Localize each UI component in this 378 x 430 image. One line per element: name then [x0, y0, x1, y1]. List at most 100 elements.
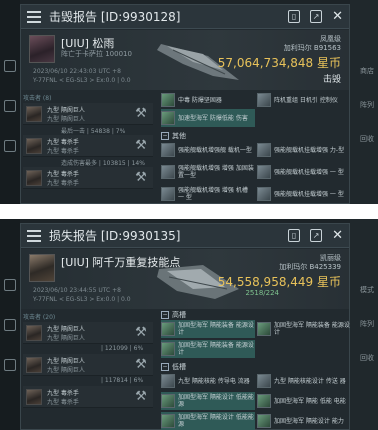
- fitting-list: 中毒 防爆坚固器 加速型海军 防爆低能 伤害 阵机重组 日机引 控制仪 − 其他 …: [161, 91, 345, 204]
- category-label: 高槽: [172, 311, 186, 319]
- attackers-header: 攻击者 (8): [23, 95, 52, 102]
- fitting-item[interactable]: 中毒 防爆坚固器: [161, 91, 255, 109]
- fitting-item[interactable]: 强能舰载机挂载增强 一 型: [257, 163, 351, 181]
- summary-section: [UIU] 阿千万重复技能点 2023/06/10 23:44:55 UTC +…: [21, 249, 349, 309]
- fitting-item[interactable]: 九型 隔能核能设计 传送 器: [257, 372, 351, 390]
- right-label: 阵列: [360, 320, 374, 328]
- item-label: 强能舰载机增强 增强 加固装置一型: [178, 165, 254, 179]
- clipboard-icon[interactable]: ▯: [288, 10, 301, 23]
- clipboard-icon[interactable]: ▯: [288, 229, 301, 242]
- module-icon: [161, 342, 175, 356]
- module-icon: [257, 414, 271, 428]
- avatar[interactable]: [29, 35, 55, 63]
- fitting-item[interactable]: 强能舰载机挂载增强 力-型: [257, 141, 351, 159]
- category-label: 低槽: [172, 363, 186, 371]
- location[interactable]: Y-77FNL < EG-SL3 > Ex:0.0 | 0.0: [33, 77, 131, 84]
- background-right-column: 模式 阵列 回收: [350, 219, 378, 430]
- report-window: 击毁报告 [ID:9930128] ▯ ↗ ✕ [UIU] 松雨 阵亡于卡萨拉 …: [20, 4, 350, 204]
- fitting-item[interactable]: 强能舰载机挂载增强 一 型: [257, 185, 351, 203]
- attacker-name: 九型 隔阂巨人: [47, 326, 85, 333]
- fitting-item[interactable]: 加固型海军 隔能装备 能源设计: [257, 320, 351, 338]
- fitting-item[interactable]: 阵机重组 日机引 控制仪: [257, 91, 351, 109]
- sidebar-icon[interactable]: [4, 100, 16, 112]
- ship-name: 凤凰级: [320, 35, 341, 43]
- sidebar-icon[interactable]: [4, 140, 16, 152]
- module-icon: [161, 111, 175, 125]
- loss-report-panel: 模式 阵列 回收 损失报告 [ID:9930135] ▯ ↗ ✕ [UIU] 阿…: [0, 219, 378, 430]
- fitting-item[interactable]: 加固型海军 隔能设计 低能能源: [161, 392, 255, 410]
- isk-amount: 57,064,734,848 星币: [217, 56, 341, 70]
- module-icon: [257, 93, 271, 107]
- attacker-name: 九型 毒杀手: [47, 390, 79, 397]
- window-title: 损失报告 [ID:9930135]: [49, 229, 181, 243]
- fitting-item[interactable]: 加固型海军 隔能装备 能源设计: [161, 340, 255, 358]
- fitting-item[interactable]: 加固型海军 隔能设计 低能能源: [161, 412, 255, 430]
- sidebar-icon[interactable]: [4, 279, 16, 291]
- category-header[interactable]: − 高槽: [161, 310, 186, 320]
- avatar: [26, 170, 42, 186]
- attacker-row[interactable]: 九型 毒杀手 九型 毒杀手 ⚒: [23, 135, 153, 157]
- close-icon[interactable]: ✕: [332, 10, 343, 23]
- background-sidebar: [0, 219, 20, 430]
- module-icon: [161, 143, 175, 157]
- share-icon[interactable]: ↗: [310, 229, 323, 242]
- attacker-name: 九型 隔阂巨人: [47, 358, 85, 365]
- damage-text: | 117814 | 6%: [101, 377, 144, 384]
- item-label: 阵机重组 日机引 控制仪: [274, 96, 338, 104]
- ship-info: 凯丽级 加利玛尔 B425339: [279, 254, 341, 272]
- fitting-item[interactable]: 加固型海军 隔能设计 能力: [257, 412, 351, 430]
- status-badge: 2518/224: [245, 289, 279, 297]
- close-icon[interactable]: ✕: [332, 229, 343, 242]
- summary-section: [UIU] 松雨 阵亡于卡萨拉 100010 2023/06/10 22:43:…: [21, 30, 349, 90]
- category-header[interactable]: − 低槽: [161, 362, 186, 372]
- share-icon[interactable]: ↗: [310, 10, 323, 23]
- window-header: 击毁报告 [ID:9930128] ▯ ↗ ✕: [21, 5, 349, 29]
- sidebar-icon[interactable]: [4, 359, 16, 371]
- module-icon: [161, 165, 175, 179]
- avatar: [26, 138, 42, 154]
- background-sidebar: [0, 0, 20, 204]
- item-label: 中毒 防爆坚固器: [178, 96, 222, 104]
- fitting-item[interactable]: 强能舰载机增强舰 载机一型: [161, 141, 255, 159]
- weapon-icon: ⚒: [135, 389, 147, 404]
- attacker-ship: 九型 隔阂巨人: [47, 335, 85, 342]
- item-label: 加固型海军 隔能设计 能力: [274, 417, 344, 425]
- item-label: 九型 隔能核能 传导电 流器: [178, 377, 250, 385]
- item-label: 强能舰载机增强舰 载机一型: [178, 146, 252, 154]
- attacker-row[interactable]: 九型 隔阂巨人 九型 隔阂巨人 ⚒: [23, 354, 153, 376]
- fitting-item[interactable]: 九型 隔能核能 传导电 流器: [161, 372, 255, 390]
- item-label: 加固型海军 隔能设计 低能能源: [178, 414, 254, 428]
- ship-name: 凯丽级: [320, 254, 341, 262]
- fitting-item[interactable]: 加固型海军 隔能 低能 电能: [257, 392, 351, 410]
- module-icon: [257, 165, 271, 179]
- avatar[interactable]: [29, 254, 55, 282]
- module-icon: [257, 322, 271, 336]
- fitting-item[interactable]: 加速型海军 防爆低能 伤害: [161, 109, 255, 127]
- fitting-item[interactable]: 加固型海军 隔能装备 能源设计: [161, 320, 255, 338]
- attacker-ship: 九型 毒杀手: [47, 180, 79, 187]
- attacker-name: 九型 隔阂巨人: [47, 107, 85, 114]
- attacker-ship: 九型 隔阂巨人: [47, 116, 85, 123]
- ship-sub: 加利玛尔 B91563: [283, 44, 341, 52]
- fitting-item[interactable]: 强能舰载机增强 增强 加固装置一型: [161, 163, 255, 181]
- menu-icon[interactable]: [27, 229, 41, 242]
- fitting-list: − 高槽 加固型海军 隔能装备 能源设计 加固型海军 隔能装备 能源设计 加固型海…: [161, 310, 350, 430]
- category-header[interactable]: − 其他: [161, 131, 186, 141]
- attacker-row[interactable]: 九型 隔阂巨人 九型 隔阂巨人 ⚒: [23, 322, 153, 344]
- ship-sub: 加利玛尔 B425339: [279, 263, 341, 271]
- attacker-row[interactable]: 九型 毒杀手 九型 毒杀手 ⚒: [23, 386, 153, 408]
- item-label: 加固型海军 隔能装备 能源设计: [178, 322, 254, 336]
- item-label: 加固型海军 隔能装备 能源设计: [274, 322, 350, 336]
- fitting-item[interactable]: 强能舰载机增强 增强 机槽 一 型: [161, 185, 255, 203]
- menu-icon[interactable]: [27, 10, 41, 23]
- sidebar-icon[interactable]: [4, 319, 16, 331]
- isk-amount: 54,558,958,449 星币: [217, 275, 341, 289]
- attacker-row[interactable]: 九型 隔阂巨人 九型 隔阂巨人 ⚒: [23, 103, 153, 125]
- damage-text: | 121099 | 6%: [101, 345, 144, 352]
- location[interactable]: Y-77FNL < EG-SL3 > Ex:0.0 | 0.0: [33, 296, 131, 303]
- sidebar-icon[interactable]: [4, 60, 16, 72]
- attacker-row[interactable]: 九型 毒杀手 九型 毒杀手 ⚒: [23, 167, 153, 189]
- item-label: 加固型海军 隔能 低能 电能: [274, 397, 346, 405]
- module-icon: [161, 394, 175, 408]
- weapon-icon: ⚒: [135, 357, 147, 372]
